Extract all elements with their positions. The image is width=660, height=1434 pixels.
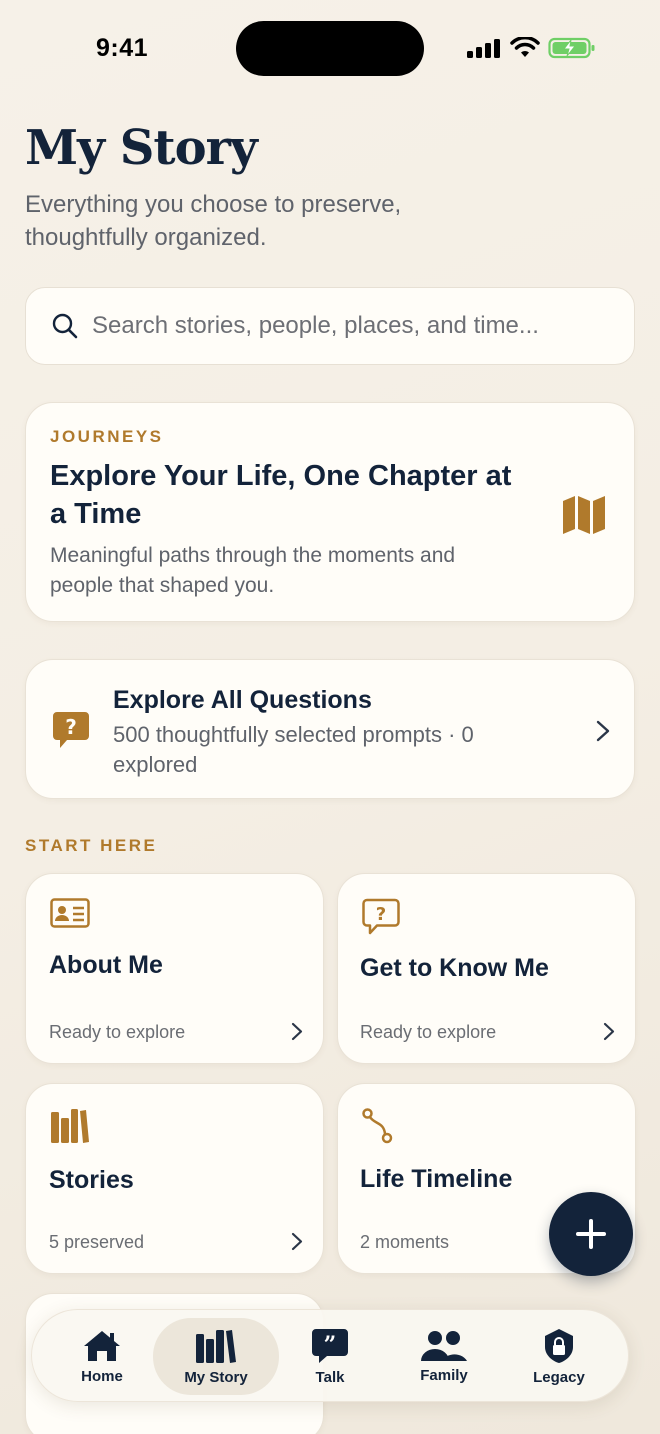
journeys-description: Meaningful paths through the moments and… bbox=[50, 544, 456, 597]
svg-text:?: ? bbox=[376, 904, 386, 925]
search-icon bbox=[52, 313, 78, 339]
books-icon bbox=[51, 1109, 89, 1143]
tile-title: Get to Know Me bbox=[360, 954, 549, 982]
tab-bar: Home My Story ” Talk Family Legacy bbox=[31, 1309, 629, 1402]
tab-label: My Story bbox=[184, 1368, 248, 1386]
page-header: My Story Everything you choose to preser… bbox=[25, 120, 635, 254]
wifi-icon bbox=[510, 37, 540, 57]
tab-label: Home bbox=[81, 1367, 123, 1385]
tab-my-story[interactable]: My Story bbox=[153, 1318, 279, 1395]
stories-tile[interactable]: Stories 5 preserved bbox=[25, 1083, 324, 1274]
question-chat-icon: ? bbox=[362, 898, 400, 935]
page-subtitle: Everything you choose to preserve, thoug… bbox=[25, 191, 402, 251]
dynamic-island bbox=[236, 21, 424, 76]
house-icon bbox=[84, 1330, 120, 1361]
tile-title: Life Timeline bbox=[360, 1165, 513, 1193]
start-here-label: START HERE bbox=[25, 836, 158, 855]
plus-icon bbox=[576, 1219, 606, 1249]
questions-title: Explore All Questions bbox=[113, 686, 372, 714]
add-button[interactable] bbox=[549, 1192, 633, 1276]
quote-bubble-icon: ” bbox=[312, 1328, 348, 1363]
svg-text:?: ? bbox=[65, 715, 77, 739]
books-icon bbox=[196, 1329, 236, 1363]
tab-label: Talk bbox=[315, 1368, 345, 1386]
shield-lock-icon bbox=[545, 1328, 573, 1363]
status-bar: 9:41 bbox=[0, 0, 660, 96]
map-icon bbox=[563, 496, 605, 534]
tab-home[interactable]: Home bbox=[39, 1318, 165, 1395]
search-input[interactable] bbox=[92, 312, 612, 340]
chevron-right-icon bbox=[603, 1022, 615, 1041]
tab-label: Legacy bbox=[533, 1368, 585, 1386]
about-me-tile[interactable]: About Me Ready to explore bbox=[25, 873, 324, 1064]
id-card-icon bbox=[50, 898, 90, 928]
questions-description: 500 thoughtfully selected prompts · 0 ex… bbox=[113, 722, 474, 777]
journeys-title: Explore Your Life, One Chapter at a Time bbox=[50, 460, 512, 530]
chevron-right-icon bbox=[291, 1232, 303, 1251]
status-icons bbox=[466, 36, 596, 60]
tile-status: 2 moments bbox=[360, 1232, 450, 1252]
get-to-know-me-tile[interactable]: ? Get to Know Me Ready to explore bbox=[337, 873, 636, 1064]
tab-label: Family bbox=[420, 1366, 468, 1384]
journeys-card[interactable]: JOURNEYS Explore Your Life, One Chapter … bbox=[25, 402, 635, 622]
tab-legacy[interactable]: Legacy bbox=[496, 1318, 622, 1395]
tile-title: About Me bbox=[49, 951, 163, 979]
svg-text:”: ” bbox=[324, 1332, 337, 1358]
route-icon bbox=[362, 1108, 393, 1144]
status-time: 9:41 bbox=[96, 34, 149, 62]
search-bar[interactable] bbox=[25, 287, 635, 365]
page-title: My Story bbox=[25, 120, 258, 176]
chevron-right-icon bbox=[596, 720, 610, 742]
tile-status: Ready to explore bbox=[49, 1022, 186, 1042]
explore-questions-card[interactable]: ? Explore All Questions 500 thoughtfully… bbox=[25, 659, 635, 799]
tile-status: 5 preserved bbox=[49, 1232, 145, 1252]
tab-talk[interactable]: ” Talk bbox=[267, 1318, 393, 1395]
battery-charging-icon bbox=[548, 37, 595, 59]
question-bubble-icon: ? bbox=[53, 712, 89, 748]
people-icon bbox=[421, 1330, 467, 1361]
chevron-right-icon bbox=[291, 1022, 303, 1041]
tile-title: Stories bbox=[49, 1166, 134, 1194]
tile-status: Ready to explore bbox=[360, 1022, 497, 1042]
tab-family[interactable]: Family bbox=[381, 1318, 507, 1395]
signal-icon bbox=[467, 39, 500, 58]
journeys-kicker: JOURNEYS bbox=[50, 427, 164, 446]
